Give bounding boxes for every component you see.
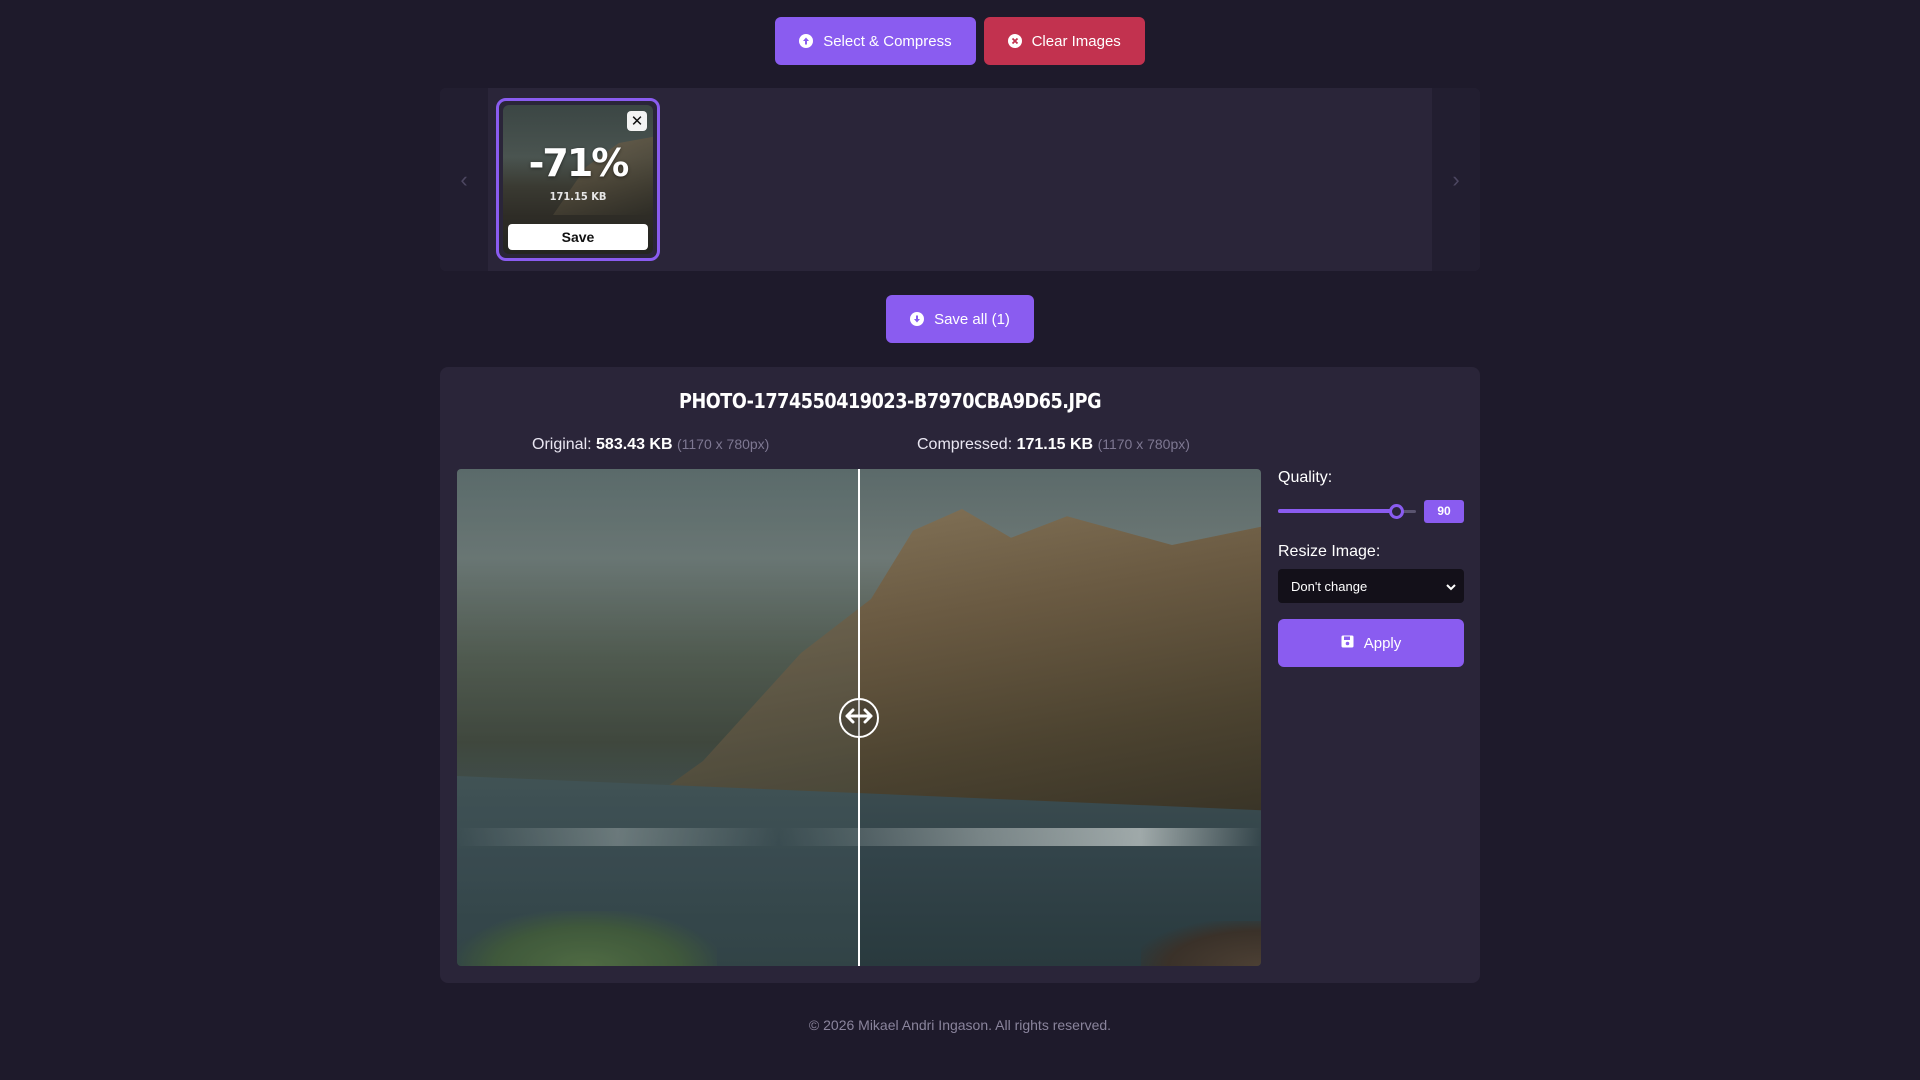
select-compress-button[interactable]: Select & Compress — [775, 17, 976, 65]
compressed-label: Compressed: — [917, 436, 1013, 453]
close-icon: ✕ — [630, 113, 644, 130]
original-size: 583.43 KB — [596, 436, 673, 453]
quality-slider[interactable] — [1278, 503, 1416, 519]
file-name: PHOTO-1774550419023-B7970CBA9D65.JPG — [679, 389, 1102, 413]
top-actions: Select & Compress Clear Images — [0, 17, 1920, 65]
floppy-disk-icon — [1341, 635, 1354, 652]
arrows-horizontal-icon — [845, 708, 873, 729]
slider-fill — [1278, 509, 1397, 513]
footer-copyright: © 2026 Mikael Andri Ingason. All rights … — [808, 1017, 1112, 1033]
resize-label: Resize Image: — [1278, 543, 1381, 560]
comparison-viewer[interactable] — [457, 469, 1261, 966]
thumbnail-image: ✕ -71% 171.15 KB Save — [503, 105, 653, 254]
compressed-size-value: 171.15 KB — [1016, 436, 1094, 453]
resize-selected: Don't change — [1291, 578, 1368, 594]
save-all-label: Save all (1) — [934, 310, 1010, 328]
preview-panel: PHOTO-1774550419023-B7970CBA9D65.JPG Ori… — [440, 367, 1480, 983]
quality-row: 90 — [1278, 499, 1464, 523]
download-icon — [910, 312, 925, 326]
settings-panel: Quality: 90 Resize Image: Don't change A… — [1278, 469, 1464, 667]
image-carousel: ‹ ✕ -71% 171.15 KB Save › — [440, 88, 1480, 271]
clear-images-label: Clear Images — [1031, 32, 1121, 50]
save-all-button[interactable]: Save all (1) — [886, 295, 1034, 343]
original-half — [457, 469, 859, 966]
upload-icon — [799, 34, 814, 48]
compressed-dims: (1170 x 780px) — [1097, 436, 1190, 452]
carousel-prev-button[interactable]: ‹ — [440, 88, 488, 271]
carousel-next-button[interactable]: › — [1432, 88, 1480, 271]
quality-value[interactable]: 90 — [1424, 499, 1464, 523]
chevron-right-icon: › — [1452, 166, 1460, 192]
original-label: Original: — [532, 436, 592, 453]
close-circle-icon — [1007, 34, 1022, 48]
thumbnail-save-button[interactable]: Save — [508, 224, 648, 250]
apply-button[interactable]: Apply — [1278, 619, 1464, 667]
slider-knob[interactable] — [1388, 504, 1404, 519]
remove-image-button[interactable]: ✕ — [627, 111, 647, 131]
apply-label: Apply — [1363, 634, 1402, 652]
clear-images-button[interactable]: Clear Images — [983, 17, 1145, 65]
select-compress-label: Select & Compress — [823, 32, 952, 50]
comparison-handle[interactable] — [839, 698, 879, 738]
original-info: Original: 583.43 KB (1170 x 780px) — [532, 436, 769, 454]
quality-label: Quality: — [1278, 469, 1333, 486]
compressed-info: Compressed: 171.15 KB (1170 x 780px) — [917, 436, 1190, 454]
thumbnail-card[interactable]: ✕ -71% 171.15 KB Save — [496, 98, 660, 261]
original-dims: (1170 x 780px) — [676, 436, 770, 452]
save-all-wrap: Save all (1) — [0, 295, 1920, 343]
resize-select[interactable]: Don't change — [1278, 569, 1464, 603]
compressed-size: 171.15 KB — [549, 190, 607, 203]
compression-percent: -71% — [528, 141, 630, 185]
photo-rocks — [1141, 921, 1261, 966]
chevron-left-icon: ‹ — [460, 166, 468, 192]
chevron-down-icon — [1446, 579, 1456, 594]
